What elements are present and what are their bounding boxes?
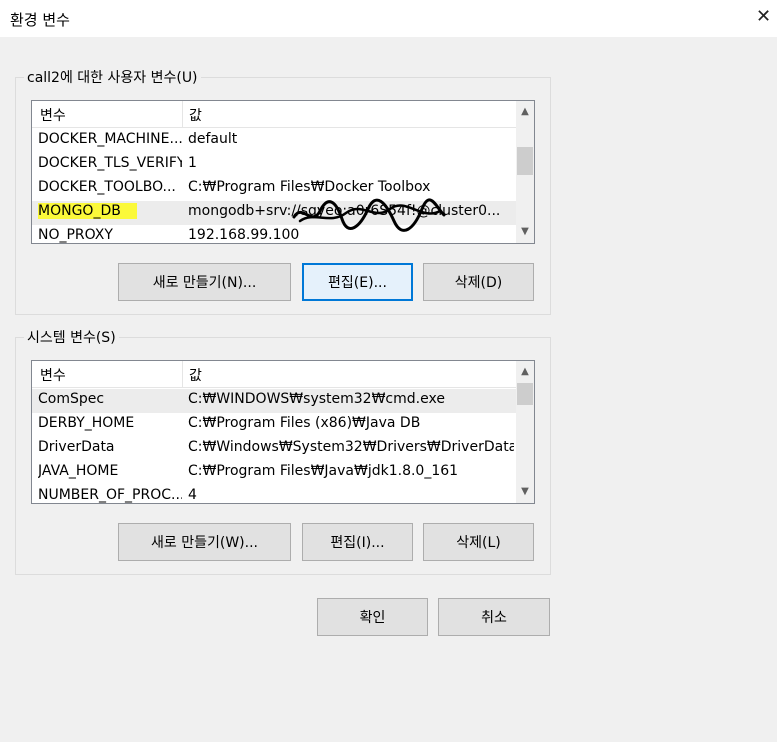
variable-value: C:₩Program Files₩Java₩jdk1.8.0_161 bbox=[188, 463, 459, 479]
table-row[interactable]: DOCKER_MACHINE... default bbox=[32, 129, 516, 153]
system-variables-list[interactable]: 변수 값 ComSpec C:₩WINDOWS₩system32₩cmd.exe… bbox=[31, 360, 535, 504]
scroll-down-icon[interactable]: ▼ bbox=[516, 483, 534, 501]
variable-name: NUMBER_OF_PROC... bbox=[38, 487, 182, 503]
column-header-name[interactable]: 변수 bbox=[40, 365, 66, 385]
window-title: 환경 변수 bbox=[10, 11, 70, 29]
variable-value: 4 bbox=[188, 487, 197, 503]
scroll-up-icon[interactable]: ▲ bbox=[516, 363, 534, 381]
ok-button[interactable]: 확인 bbox=[317, 598, 428, 636]
user-list-scrollbar[interactable]: ▲ ▼ bbox=[516, 101, 534, 243]
system-list-header: 변수 값 bbox=[32, 361, 516, 388]
variable-name: MONGO_DB bbox=[38, 203, 182, 219]
variable-value: C:₩WINDOWS₩system32₩cmd.exe bbox=[188, 391, 445, 407]
scroll-down-icon[interactable]: ▼ bbox=[516, 223, 534, 241]
table-row[interactable]: DERBY_HOME C:₩Program Files (x86)₩Java D… bbox=[32, 413, 516, 437]
variable-name: DOCKER_TLS_VERIFY bbox=[38, 155, 182, 171]
variable-name: JAVA_HOME bbox=[38, 463, 119, 479]
user-edit-button[interactable]: 편집(E)... bbox=[302, 263, 413, 301]
user-variables-label: call2에 대한 사용자 변수(U) bbox=[24, 67, 201, 87]
variable-name: ComSpec bbox=[38, 391, 105, 407]
variable-name: DOCKER_MACHINE... bbox=[38, 131, 182, 147]
cancel-button[interactable]: 취소 bbox=[438, 598, 550, 636]
scrollbar-thumb[interactable] bbox=[517, 383, 533, 405]
variable-value: 1 bbox=[188, 155, 197, 171]
table-row[interactable]: NO_PROXY 192.168.99.100 bbox=[32, 225, 516, 243]
user-new-button[interactable]: 새로 만들기(N)... bbox=[118, 263, 291, 301]
column-header-value[interactable]: 값 bbox=[189, 105, 202, 125]
variable-name-highlight: MONGO_DB bbox=[38, 203, 137, 219]
system-edit-button[interactable]: 편집(I)... bbox=[302, 523, 413, 561]
table-row-selected[interactable]: MONGO_DB mongodb+srv://sgyeo:a0r6S54f!@c… bbox=[32, 201, 516, 225]
system-new-button[interactable]: 새로 만들기(W)... bbox=[118, 523, 291, 561]
table-row[interactable]: DOCKER_TLS_VERIFY 1 bbox=[32, 153, 516, 177]
close-icon[interactable]: ✕ bbox=[756, 6, 771, 27]
title-bar: 환경 변수 ✕ bbox=[0, 0, 777, 37]
variable-name: DOCKER_TOOLBO... bbox=[38, 179, 176, 195]
variable-name: DERBY_HOME bbox=[38, 415, 135, 431]
system-delete-button[interactable]: 삭제(L) bbox=[423, 523, 534, 561]
column-header-name[interactable]: 변수 bbox=[40, 105, 66, 125]
scroll-up-icon[interactable]: ▲ bbox=[516, 103, 534, 121]
scrollbar-thumb[interactable] bbox=[517, 147, 533, 175]
variable-value: 192.168.99.100 bbox=[188, 227, 300, 243]
variable-value: C:₩Windows₩System32₩Drivers₩DriverData bbox=[188, 439, 514, 455]
system-variables-label: 시스템 변수(S) bbox=[24, 327, 119, 347]
variable-name: DriverData bbox=[38, 439, 115, 455]
variable-value: C:₩Program Files₩Docker Toolbox bbox=[188, 179, 431, 195]
table-row-selected[interactable]: ComSpec C:₩WINDOWS₩system32₩cmd.exe bbox=[32, 389, 516, 413]
column-header-value[interactable]: 값 bbox=[189, 365, 202, 385]
variable-value: mongodb+srv://sgyeo:a0r6S54f!@cluster0..… bbox=[188, 203, 501, 219]
table-row[interactable]: JAVA_HOME C:₩Program Files₩Java₩jdk1.8.0… bbox=[32, 461, 516, 485]
variable-value: C:₩Program Files (x86)₩Java DB bbox=[188, 415, 421, 431]
variable-value: default bbox=[188, 131, 238, 147]
table-row[interactable]: DOCKER_TOOLBO... C:₩Program Files₩Docker… bbox=[32, 177, 516, 201]
system-list-scrollbar[interactable]: ▲ ▼ bbox=[516, 361, 534, 503]
user-list-header: 변수 값 bbox=[32, 101, 516, 128]
variable-name: NO_PROXY bbox=[38, 227, 113, 243]
user-delete-button[interactable]: 삭제(D) bbox=[423, 263, 534, 301]
table-row[interactable]: NUMBER_OF_PROC... 4 bbox=[32, 485, 516, 503]
table-row[interactable]: DriverData C:₩Windows₩System32₩Drivers₩D… bbox=[32, 437, 516, 461]
user-variables-list[interactable]: 변수 값 DOCKER_MACHINE... default DOCKER_TL… bbox=[31, 100, 535, 244]
